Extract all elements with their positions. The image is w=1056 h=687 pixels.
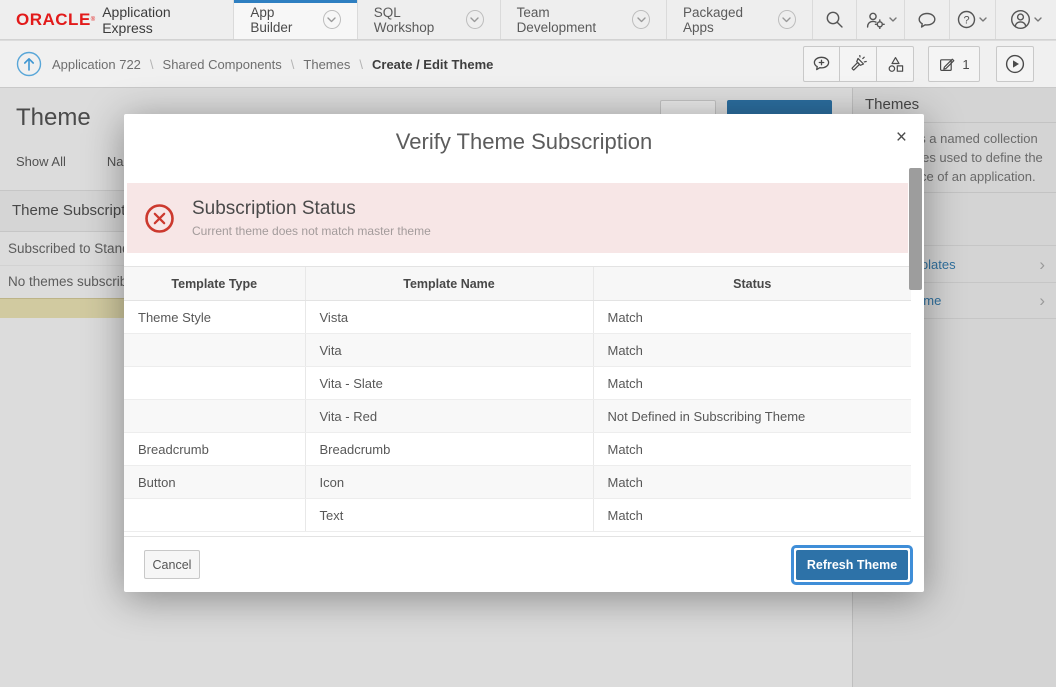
dialog-body: Subscription Status Current theme does n… [124,168,924,536]
alert-message: Current theme does not match master them… [192,224,431,238]
tab-app-builder[interactable]: App Builder [233,0,356,39]
flashlight-icon [849,55,867,73]
user-avatar-icon [1010,9,1031,30]
sidebar-title: Themes [865,96,919,113]
dialog-header: Verify Theme Subscription × [124,114,924,168]
apex-application-window: ORACLE ® Application Express App Builder… [0,0,1056,687]
tab-sql-workshop[interactable]: SQL Workshop [357,0,500,39]
breadcrumb-application[interactable]: Application 722 [52,57,141,72]
arrow-up-circle-icon [16,51,42,77]
utilities-button[interactable] [840,46,877,82]
refresh-theme-focus-ring: Refresh Theme [791,545,913,585]
table-header-row: Template Type Template Name Status [124,267,911,301]
breadcrumb-current-page: Create / Edit Theme [372,57,493,72]
breadcrumb: Application 722 \ Shared Components \ Th… [52,57,493,72]
add-comment-button[interactable] [803,46,840,82]
table-row: Vita - Slate Match [124,367,911,400]
administration-menu-button[interactable] [856,0,904,39]
registered-mark: ® [91,15,95,25]
chevron-down-icon [778,10,796,29]
account-menu-button[interactable] [995,0,1056,39]
chevron-down-icon [466,10,484,29]
report-filter-tabs: Show All Name [16,154,142,169]
tab-show-all[interactable]: Show All [16,154,66,169]
dialog-title: Verify Theme Subscription [124,114,924,170]
table-row: Button Icon Match [124,466,911,499]
breadcrumb-shared-components[interactable]: Shared Components [163,57,282,72]
edit-page-button[interactable]: 1 [928,46,980,82]
column-status: Status [593,267,911,301]
table-row: Theme Style Vista Match [124,301,911,334]
page-title: Theme [16,104,91,132]
search-icon [825,10,844,29]
chevron-right-icon: › [1039,292,1045,309]
oracle-logo: ORACLE [16,10,91,30]
speech-bubble-icon [917,11,937,29]
help-icon: ? [957,10,976,29]
table-row: Breadcrumb Breadcrumb Match [124,433,911,466]
developer-toolbar: 1 [803,46,1034,82]
chevron-down-icon [323,10,341,29]
brand: ORACLE ® Application Express [0,0,233,39]
edit-page-number: 1 [962,57,969,72]
close-icon[interactable]: × [896,128,907,147]
navigate-up-button[interactable] [16,51,42,77]
run-application-button[interactable] [996,46,1034,82]
top-navigation-bar: ORACLE ® Application Express App Builder… [0,0,1056,40]
shapes-icon [886,55,905,73]
play-circle-icon [1005,54,1025,74]
alert-title: Subscription Status [192,198,431,220]
pencil-square-icon [938,55,956,73]
feedback-button[interactable] [904,0,948,39]
chevron-down-icon [979,17,987,22]
chevron-down-icon [1034,17,1042,22]
help-menu-button[interactable]: ? [949,0,995,39]
speech-bubble-plus-icon [812,55,831,73]
modal-scrollbar-thumb[interactable] [909,168,922,290]
chevron-down-icon [632,10,650,29]
column-template-type: Template Type [124,267,305,301]
column-template-name: Template Name [305,267,593,301]
template-verification-table: Template Type Template Name Status Theme… [124,266,911,532]
error-x-circle-icon [144,203,175,234]
table-row: Text Match [124,499,911,532]
verify-theme-subscription-dialog: Verify Theme Subscription × Subscription… [124,114,924,592]
subscription-status-alert: Subscription Status Current theme does n… [127,183,908,253]
table-row: Vita - Red Not Defined in Subscribing Th… [124,400,911,433]
tab-packaged-apps[interactable]: Packaged Apps [666,0,812,39]
tab-team-development[interactable]: Team Development [500,0,666,39]
refresh-theme-button[interactable]: Refresh Theme [796,550,908,580]
svg-text:?: ? [964,14,970,26]
breadcrumb-bar: Application 722 \ Shared Components \ Th… [0,41,1056,88]
chevron-down-icon [889,17,897,22]
shared-components-button[interactable] [877,46,914,82]
breadcrumb-themes[interactable]: Themes [303,57,350,72]
dialog-footer: Cancel Refresh Theme [124,536,924,592]
search-button[interactable] [812,0,856,39]
chevron-right-icon: › [1039,256,1045,273]
cancel-button[interactable]: Cancel [144,550,200,579]
admin-user-gear-icon [865,11,886,29]
product-name: Application Express [102,4,209,36]
table-row: Vita Match [124,334,911,367]
